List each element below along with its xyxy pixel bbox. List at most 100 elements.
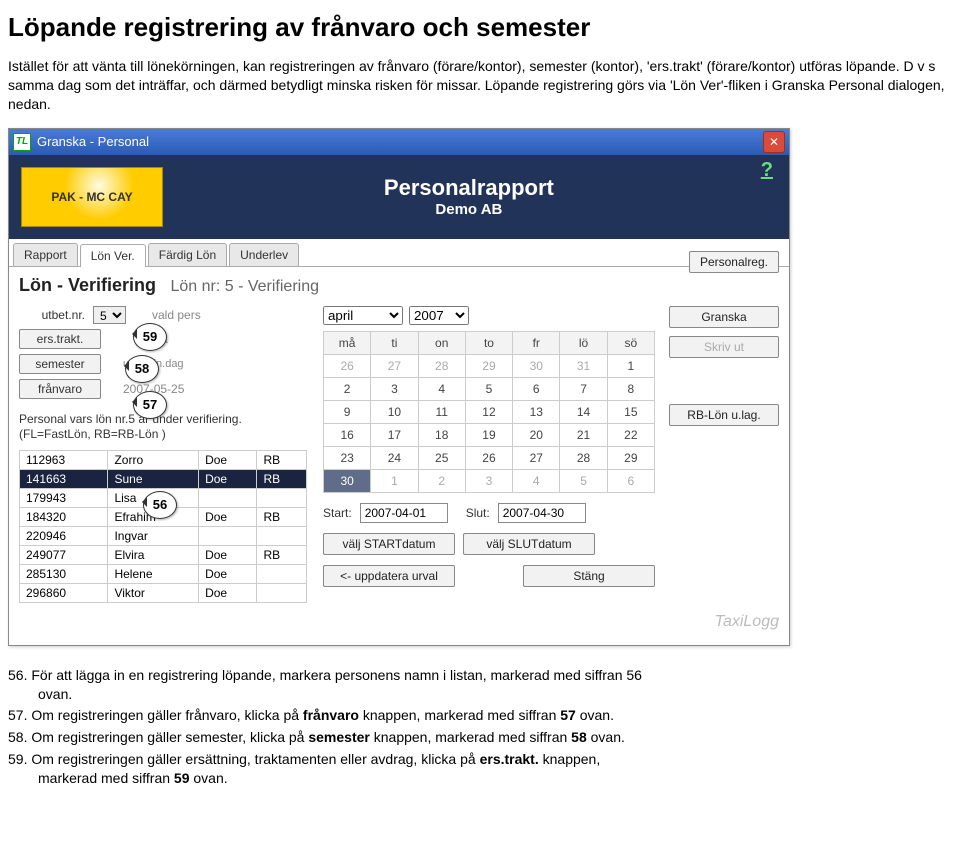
tab-lon-ver[interactable]: Lön Ver. bbox=[80, 244, 146, 267]
calendar-header: on bbox=[418, 331, 465, 354]
ers-trakt-button[interactable]: ers.trakt. bbox=[19, 329, 101, 349]
app-icon: TL bbox=[13, 133, 31, 151]
skriv-ut-button[interactable]: Skriv ut bbox=[669, 336, 779, 358]
table-row[interactable]: 220946Ingvar bbox=[20, 526, 307, 545]
document-intro: Istället för att vänta till lönekörninge… bbox=[8, 57, 952, 114]
label-utbet-nr: utbet.nr. bbox=[19, 308, 85, 322]
calendar-day[interactable]: 2 bbox=[324, 377, 371, 400]
document-heading: Löpande registrering av frånvaro och sem… bbox=[8, 12, 952, 43]
person-caption: Personal vars lön nr.5 är under verifier… bbox=[19, 412, 309, 426]
table-row[interactable]: 249077ElviraDoeRB bbox=[20, 545, 307, 564]
granska-button[interactable]: Granska bbox=[669, 306, 779, 328]
calendar-day[interactable]: 25 bbox=[418, 446, 465, 469]
utbet-nr-select[interactable]: 5 bbox=[93, 306, 126, 324]
calendar-day[interactable]: 1 bbox=[607, 354, 654, 377]
company-name: Demo AB bbox=[177, 201, 761, 218]
calendar-header: to bbox=[465, 331, 512, 354]
window-title: Granska - Personal bbox=[37, 134, 763, 149]
calendar-day[interactable]: 1 bbox=[371, 469, 418, 492]
calendar-header: fr bbox=[513, 331, 560, 354]
logo: PAK - MC CAY bbox=[21, 167, 163, 227]
calendar-day[interactable]: 4 bbox=[418, 377, 465, 400]
calendar-day[interactable]: 14 bbox=[560, 400, 607, 423]
stang-button[interactable]: Stäng bbox=[523, 565, 655, 587]
calendar-day[interactable]: 20 bbox=[513, 423, 560, 446]
calendar-day[interactable]: 29 bbox=[607, 446, 654, 469]
calendar-day[interactable]: 13 bbox=[513, 400, 560, 423]
calendar-day[interactable]: 24 bbox=[371, 446, 418, 469]
tab-underlev[interactable]: Underlev bbox=[229, 243, 299, 266]
calendar-day[interactable]: 11 bbox=[418, 400, 465, 423]
valj-slut-button[interactable]: välj SLUTdatum bbox=[463, 533, 595, 555]
calendar-day[interactable]: 28 bbox=[418, 354, 465, 377]
section-subtitle: Lön nr: 5 - Verifiering bbox=[170, 278, 319, 295]
calendar-day[interactable]: 30 bbox=[513, 354, 560, 377]
calendar-day[interactable]: 16 bbox=[324, 423, 371, 446]
tab-rapport[interactable]: Rapport bbox=[13, 243, 78, 266]
dialog-window: TL Granska - Personal ✕ PAK - MC CAY Per… bbox=[8, 128, 790, 646]
header-band: PAK - MC CAY Personalrapport Demo AB ? bbox=[9, 155, 789, 239]
franvaro-button[interactable]: frånvaro bbox=[19, 379, 101, 399]
semester-button[interactable]: semester bbox=[19, 354, 101, 374]
calendar-day[interactable]: 15 bbox=[607, 400, 654, 423]
callout-58: 58 bbox=[125, 355, 159, 383]
calendar-day[interactable]: 9 bbox=[324, 400, 371, 423]
calendar-day[interactable]: 26 bbox=[465, 446, 512, 469]
table-row[interactable]: 112963ZorroDoeRB bbox=[20, 450, 307, 469]
calendar-day[interactable]: 30 bbox=[324, 469, 371, 492]
help-icon[interactable]: ? bbox=[761, 159, 773, 182]
label-slut: Slut: bbox=[466, 506, 490, 520]
calendar-day[interactable]: 3 bbox=[371, 377, 418, 400]
calendar-day[interactable]: 19 bbox=[465, 423, 512, 446]
calendar-day[interactable]: 18 bbox=[418, 423, 465, 446]
calendar-day[interactable]: 6 bbox=[513, 377, 560, 400]
calendar-day[interactable]: 5 bbox=[465, 377, 512, 400]
personnel-table[interactable]: 112963ZorroDoeRB141663SuneDoeRB179943Lis… bbox=[19, 450, 307, 603]
calendar-day[interactable]: 29 bbox=[465, 354, 512, 377]
calendar-day[interactable]: 7 bbox=[560, 377, 607, 400]
calendar-day[interactable]: 3 bbox=[465, 469, 512, 492]
calendar-day[interactable]: 4 bbox=[513, 469, 560, 492]
vald-pers-label: vald pers bbox=[152, 308, 201, 322]
calendar-day[interactable]: 27 bbox=[371, 354, 418, 377]
brand-note: TaxiLogg bbox=[19, 613, 779, 631]
notes: 56. För att lägga in en registrering löp… bbox=[8, 666, 952, 788]
calendar-day[interactable]: 22 bbox=[607, 423, 654, 446]
rb-lon-button[interactable]: RB-Lön u.lag. bbox=[669, 404, 779, 426]
calendar-day[interactable]: 21 bbox=[560, 423, 607, 446]
calendar-day[interactable]: 12 bbox=[465, 400, 512, 423]
personalreg-button[interactable]: Personalreg. bbox=[689, 251, 779, 273]
calendar-day[interactable]: 5 bbox=[560, 469, 607, 492]
year-select[interactable]: 2007 bbox=[409, 306, 469, 325]
callout-59: 59 bbox=[133, 323, 167, 351]
calendar-header: lö bbox=[560, 331, 607, 354]
calendar-day[interactable]: 17 bbox=[371, 423, 418, 446]
tab-fardig-lon[interactable]: Färdig Lön bbox=[148, 243, 227, 266]
table-row[interactable]: 285130HeleneDoe bbox=[20, 564, 307, 583]
calendar-day[interactable]: 6 bbox=[607, 469, 654, 492]
slut-date-input[interactable] bbox=[498, 503, 586, 523]
calendar-day[interactable]: 23 bbox=[324, 446, 371, 469]
callout-57: 57 bbox=[133, 391, 167, 419]
start-date-input[interactable] bbox=[360, 503, 448, 523]
calendar-day[interactable]: 31 bbox=[560, 354, 607, 377]
calendar-day[interactable]: 27 bbox=[513, 446, 560, 469]
table-row[interactable]: 141663SuneDoeRB bbox=[20, 469, 307, 488]
table-row[interactable]: 296860ViktorDoe bbox=[20, 583, 307, 602]
tab-bar: Rapport Lön Ver. Färdig Lön Underlev bbox=[9, 239, 789, 267]
valj-start-button[interactable]: välj STARTdatum bbox=[323, 533, 455, 555]
calendar-day[interactable]: 28 bbox=[560, 446, 607, 469]
month-select[interactable]: april bbox=[323, 306, 403, 325]
calendar-header: sö bbox=[607, 331, 654, 354]
report-title: Personalrapport bbox=[177, 175, 761, 201]
uppdatera-button[interactable]: <- uppdatera urval bbox=[323, 565, 455, 587]
title-bar: TL Granska - Personal ✕ bbox=[9, 129, 789, 155]
label-start: Start: bbox=[323, 506, 352, 520]
close-icon[interactable]: ✕ bbox=[763, 131, 785, 153]
calendar-day[interactable]: 26 bbox=[324, 354, 371, 377]
calendar-day[interactable]: 2 bbox=[418, 469, 465, 492]
calendar-day[interactable]: 8 bbox=[607, 377, 654, 400]
section-title: Lön - Verifiering bbox=[19, 275, 156, 295]
calendar-day[interactable]: 10 bbox=[371, 400, 418, 423]
calendar[interactable]: måtiontofrlösö26272829303112345678910111… bbox=[323, 331, 655, 493]
